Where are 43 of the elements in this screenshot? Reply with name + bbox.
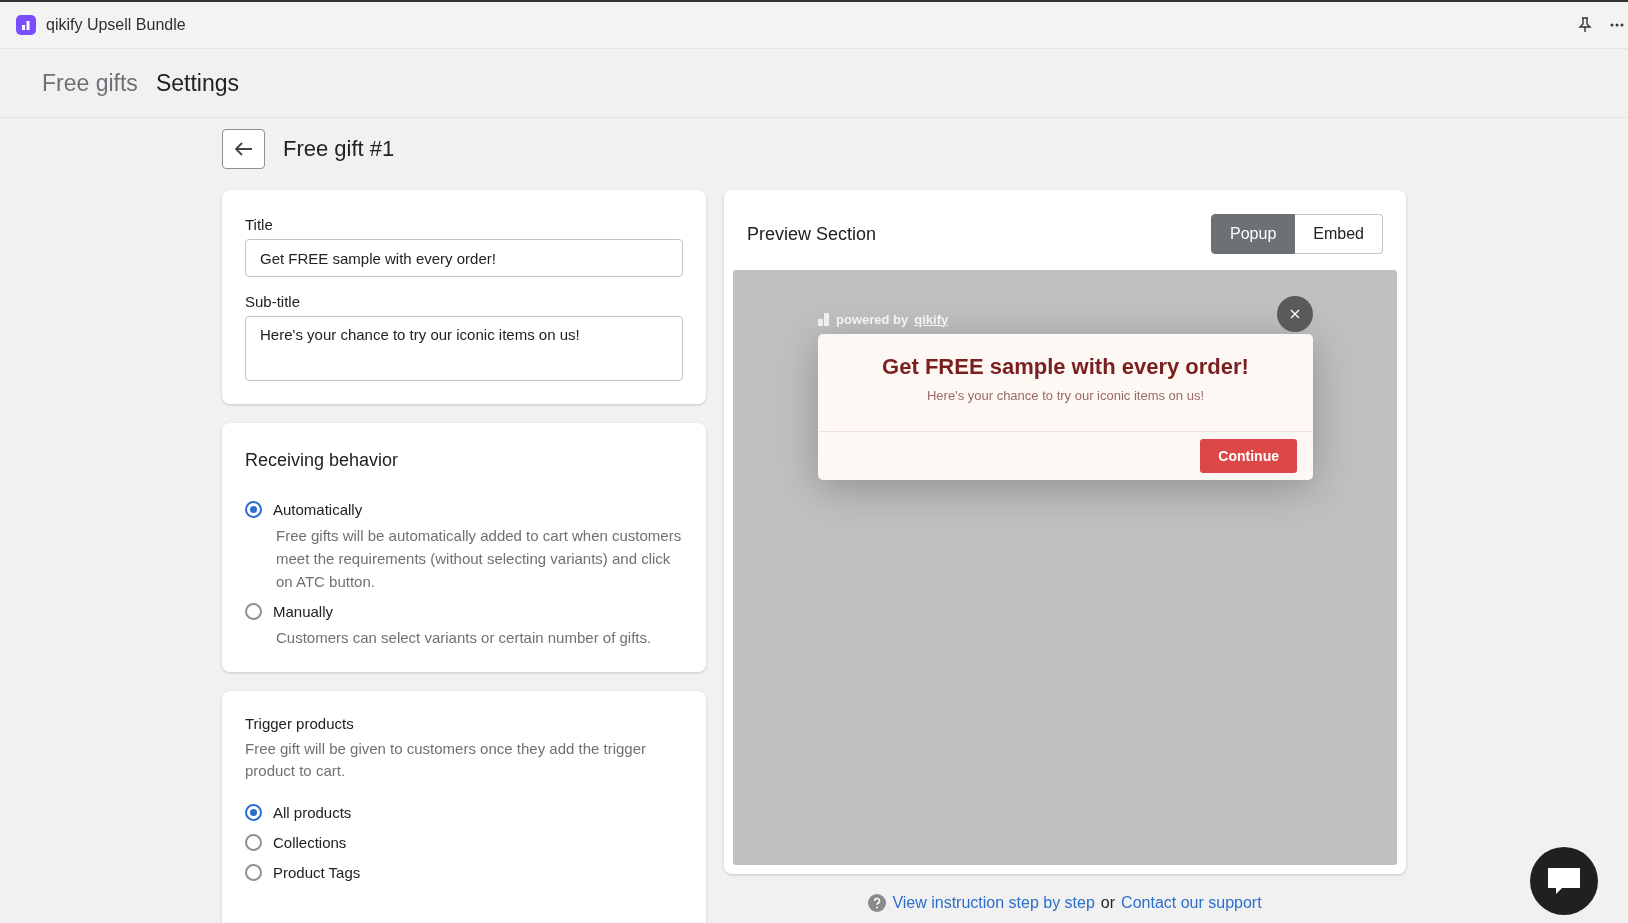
close-button[interactable] xyxy=(1277,296,1313,332)
support-link[interactable]: Contact our support xyxy=(1121,894,1262,912)
app-logo-icon xyxy=(16,15,36,35)
chat-bubble-icon xyxy=(1546,866,1582,896)
breadcrumb-link[interactable]: Free gifts xyxy=(42,69,138,97)
breadcrumb-link[interactable]: Settings xyxy=(155,69,239,97)
input-field[interactable]: Get FREE sample with every order! xyxy=(245,239,683,277)
more-icon[interactable] xyxy=(1610,23,1624,27)
mode-tab[interactable]: Popup xyxy=(1211,214,1296,254)
app-name: qikify Upsell Bundle xyxy=(46,16,186,34)
instruction-link[interactable]: View instruction step by step xyxy=(892,894,1095,912)
connector-text: or xyxy=(1100,894,1116,912)
option-label: Automatically xyxy=(273,501,363,518)
back-arrow-icon xyxy=(234,142,253,156)
section-description: Free gift will be given to customers once they add the trigger product to cart. xyxy=(245,739,648,781)
page-title: Free gift #1 xyxy=(283,136,395,162)
radio-button[interactable] xyxy=(245,834,262,851)
radio-button[interactable] xyxy=(245,501,262,518)
radio-button[interactable] xyxy=(245,603,262,620)
bar-chart-icon xyxy=(818,312,830,326)
option-label: Manually xyxy=(273,603,334,620)
help-icon xyxy=(868,894,887,912)
textarea-field[interactable]: Here's your chance to try our iconic items on us! xyxy=(245,316,683,381)
field-label: Sub-title xyxy=(245,293,302,310)
popup-title: Get FREE sample with every order! xyxy=(881,354,1250,380)
mode-tab[interactable]: Embed xyxy=(1295,214,1383,254)
option-label: All products xyxy=(273,804,352,821)
option-label: Product Tags xyxy=(273,864,361,881)
section-heading: Trigger products xyxy=(245,715,355,732)
back-button[interactable] xyxy=(222,129,265,169)
continue-button[interactable]: Continue xyxy=(1200,439,1297,473)
popup-subtitle: Here's your chance to try our iconic items on us! xyxy=(925,388,1205,403)
section-heading: Receiving behavior xyxy=(245,450,400,471)
close-icon xyxy=(1290,309,1300,319)
pin-icon[interactable] xyxy=(1578,17,1592,33)
section-heading: Preview Section xyxy=(747,223,877,245)
radio-button[interactable] xyxy=(245,864,262,881)
powered-by-text: powered by xyxy=(836,311,909,327)
radio-button[interactable] xyxy=(245,804,262,821)
option-label: Collections xyxy=(273,834,347,851)
option-description: Customers can select variants or certain number of gifts. xyxy=(276,628,653,648)
option-description: Free gifts will be automatically added to cart when customers meet the requirements (without selecting variants) and click on ATC button. xyxy=(276,526,683,592)
field-label: Title xyxy=(245,216,274,233)
